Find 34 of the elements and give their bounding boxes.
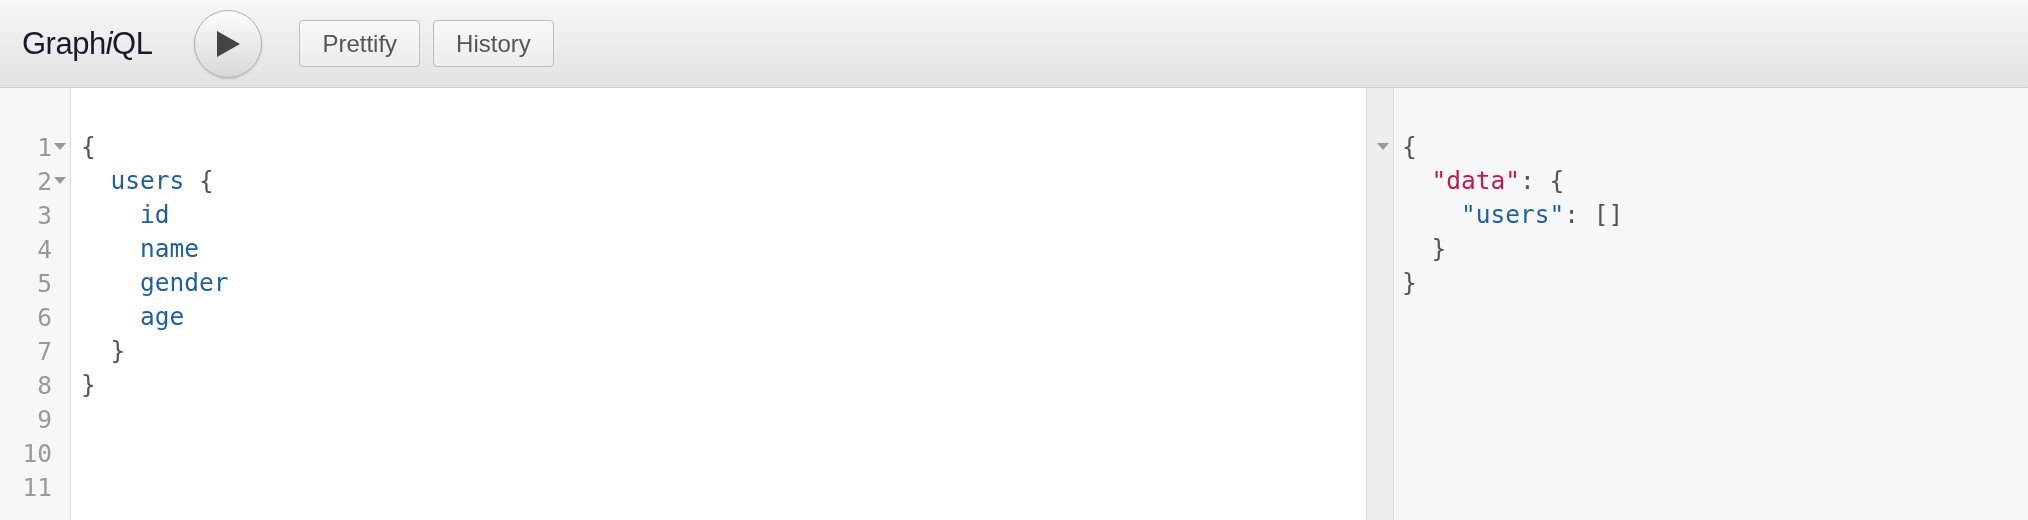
code-punctuation: }	[109, 336, 126, 365]
code-punctuation: }	[1402, 268, 1417, 297]
field-name: id	[139, 200, 170, 229]
code-punctuation: {	[198, 166, 214, 195]
code-punctuation: {	[81, 132, 96, 161]
line-number: 2	[37, 166, 52, 196]
line-number: 1	[37, 132, 52, 162]
field-name: age	[139, 302, 185, 331]
toolbar-button[interactable]: Prettify	[299, 20, 421, 67]
line-number: 3	[37, 200, 52, 230]
field-name: gender	[139, 268, 229, 297]
code-punctuation: : []	[1564, 200, 1624, 229]
line-number: 4	[37, 234, 52, 264]
code-punctuation: {	[1402, 132, 1417, 161]
line-number: 9	[37, 404, 52, 434]
line-number: 11	[22, 472, 52, 502]
code-punctuation: }	[1430, 234, 1447, 263]
fold-arrow-icon[interactable]	[54, 177, 66, 185]
line-number: 7	[37, 336, 52, 366]
line-number: 10	[22, 438, 52, 468]
code-punctuation: : {	[1520, 166, 1565, 195]
line-number: 8	[37, 370, 52, 400]
app-logo: GraphiQL	[22, 25, 153, 62]
fold-arrow-icon[interactable]	[1377, 143, 1389, 151]
toolbar-button[interactable]: History	[433, 20, 554, 67]
json-key: "data"	[1402, 166, 1520, 195]
line-number: 5	[37, 268, 52, 298]
play-icon	[215, 29, 242, 58]
field-name: users	[109, 166, 185, 195]
json-key: "users"	[1402, 200, 1565, 229]
line-number: 6	[37, 302, 52, 332]
fold-arrow-icon[interactable]	[54, 143, 66, 151]
field-name: name	[139, 234, 199, 263]
code-punctuation: }	[81, 370, 96, 399]
